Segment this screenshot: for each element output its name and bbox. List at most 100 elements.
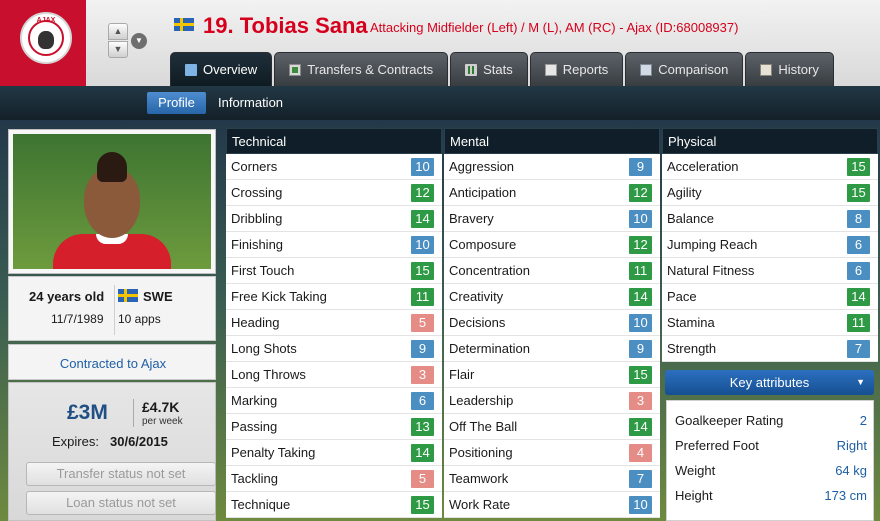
attribute-row[interactable]: Positioning 4 <box>444 440 660 466</box>
contracts-icon <box>289 63 302 76</box>
attribute-name: Corners <box>231 159 278 174</box>
attribute-name: Positioning <box>449 445 513 460</box>
ajax-badge-icon[interactable]: AJAX <box>20 12 72 64</box>
player-wage: £4.7K <box>142 399 180 415</box>
attribute-row[interactable]: Heading 5 <box>226 310 442 336</box>
attribute-row[interactable]: Agility 15 <box>662 180 878 206</box>
tab-label: Stats <box>483 62 513 77</box>
sweden-flag-icon <box>174 18 194 31</box>
player-dob: 11/7/1989 <box>51 312 104 326</box>
attribute-row[interactable]: Corners 10 <box>226 154 442 180</box>
attribute-name: Balance <box>667 211 714 226</box>
attribute-row[interactable]: Teamwork 7 <box>444 466 660 492</box>
attribute-value: 15 <box>847 184 870 202</box>
attribute-row[interactable]: Strength 7 <box>662 336 878 362</box>
attribute-row[interactable]: Jumping Reach 6 <box>662 232 878 258</box>
player-header: AJAX ▲ ▼ ▼ 19. Tobias Sana Attacking Mid… <box>0 0 880 86</box>
attribute-row[interactable]: Leadership 3 <box>444 388 660 414</box>
attribute-row[interactable]: Concentration 11 <box>444 258 660 284</box>
attribute-row[interactable]: Penalty Taking 14 <box>226 440 442 466</box>
attribute-row[interactable]: Balance 8 <box>662 206 878 232</box>
attribute-row[interactable]: Creativity 14 <box>444 284 660 310</box>
attribute-name: Heading <box>231 315 280 330</box>
attribute-row[interactable]: Technique 15 <box>226 492 442 518</box>
nation-flag-icon[interactable] <box>118 289 138 302</box>
key-attribute-label: Weight <box>675 463 716 478</box>
attribute-name: Anticipation <box>449 185 517 200</box>
attribute-value: 7 <box>847 340 870 358</box>
attribute-row[interactable]: Stamina 11 <box>662 310 878 336</box>
attribute-row[interactable]: Aggression 9 <box>444 154 660 180</box>
stats-icon <box>465 63 478 76</box>
previous-player-button[interactable]: ▲ <box>108 23 128 40</box>
attribute-row[interactable]: First Touch 15 <box>226 258 442 284</box>
contract-box: Contracted to Ajax <box>8 344 216 380</box>
contracted-link[interactable]: Contracted to Ajax <box>9 356 217 371</box>
attribute-name: Finishing <box>231 237 284 252</box>
attribute-row[interactable]: Free Kick Taking 11 <box>226 284 442 310</box>
attribute-value: 9 <box>629 158 652 176</box>
next-player-button[interactable]: ▼ <box>108 41 128 58</box>
tab-overview[interactable]: Overview <box>170 52 273 86</box>
attribute-row[interactable]: Bravery 10 <box>444 206 660 232</box>
player-age: 24 years old <box>29 289 105 304</box>
photo-hair <box>97 152 127 182</box>
player-nation[interactable]: SWE <box>143 289 173 304</box>
attribute-row[interactable]: Finishing 10 <box>226 232 442 258</box>
attribute-value: 10 <box>411 158 434 176</box>
badge-head-icon <box>38 31 54 49</box>
attribute-value: 5 <box>411 314 434 332</box>
key-attribute-row: Preferred Foot Right <box>675 436 867 458</box>
tab-transfers-contracts[interactable]: Transfers & Contracts <box>274 52 449 86</box>
player-value: £3M <box>67 401 108 424</box>
badge-text: AJAX <box>36 17 56 24</box>
key-attribute-label: Height <box>675 488 713 503</box>
history-icon <box>760 63 773 76</box>
attribute-value: 9 <box>411 340 434 358</box>
attribute-row[interactable]: Composure 12 <box>444 232 660 258</box>
tab-reports[interactable]: Reports <box>529 52 624 86</box>
attribute-row[interactable]: Passing 13 <box>226 414 442 440</box>
tab-bar: Overview Transfers & Contracts Stats Rep… <box>170 52 834 86</box>
tab-label: Comparison <box>658 62 729 77</box>
tab-history[interactable]: History <box>745 52 834 86</box>
attribute-row[interactable]: Off The Ball 14 <box>444 414 660 440</box>
expires-value: 30/6/2015 <box>110 434 168 449</box>
tab-label: Reports <box>562 62 609 77</box>
attribute-name: Tackling <box>231 471 278 486</box>
attribute-row[interactable]: Long Throws 3 <box>226 362 442 388</box>
player-menu-button[interactable]: ▼ <box>131 33 147 49</box>
attribute-row[interactable]: Decisions 10 <box>444 310 660 336</box>
key-attributes-dropdown[interactable]: Key attributes ▼ <box>665 370 874 395</box>
profile-button[interactable]: Profile <box>147 92 206 114</box>
transfer-status-button[interactable]: Transfer status not set <box>26 462 216 486</box>
attribute-value: 12 <box>629 184 652 202</box>
information-button[interactable]: Information <box>218 92 283 114</box>
attribute-row[interactable]: Work Rate 10 <box>444 492 660 518</box>
attribute-row[interactable]: Flair 15 <box>444 362 660 388</box>
attribute-row[interactable]: Pace 14 <box>662 284 878 310</box>
attribute-name: Free Kick Taking <box>231 289 327 304</box>
tab-comparison[interactable]: Comparison <box>625 52 744 86</box>
physical-header: Physical <box>662 128 878 154</box>
attribute-row[interactable]: Marking 6 <box>226 388 442 414</box>
attribute-name: Aggression <box>449 159 515 174</box>
attribute-row[interactable]: Acceleration 15 <box>662 154 878 180</box>
attribute-name: Dribbling <box>231 211 283 226</box>
player-photo <box>13 134 211 269</box>
loan-status-button[interactable]: Loan status not set <box>26 491 216 515</box>
attribute-row[interactable]: Tackling 5 <box>226 466 442 492</box>
attribute-row[interactable]: Long Shots 9 <box>226 336 442 362</box>
attribute-name: Strength <box>667 341 717 356</box>
attribute-value: 3 <box>629 392 652 410</box>
attribute-name: Marking <box>231 393 278 408</box>
club-badge-panel: AJAX <box>0 0 86 86</box>
attribute-value: 12 <box>411 184 434 202</box>
tab-stats[interactable]: Stats <box>450 52 528 86</box>
attribute-row[interactable]: Crossing 12 <box>226 180 442 206</box>
attribute-name: Long Shots <box>231 341 297 356</box>
attribute-row[interactable]: Dribbling 14 <box>226 206 442 232</box>
attribute-row[interactable]: Natural Fitness 6 <box>662 258 878 284</box>
attribute-row[interactable]: Determination 9 <box>444 336 660 362</box>
attribute-row[interactable]: Anticipation 12 <box>444 180 660 206</box>
